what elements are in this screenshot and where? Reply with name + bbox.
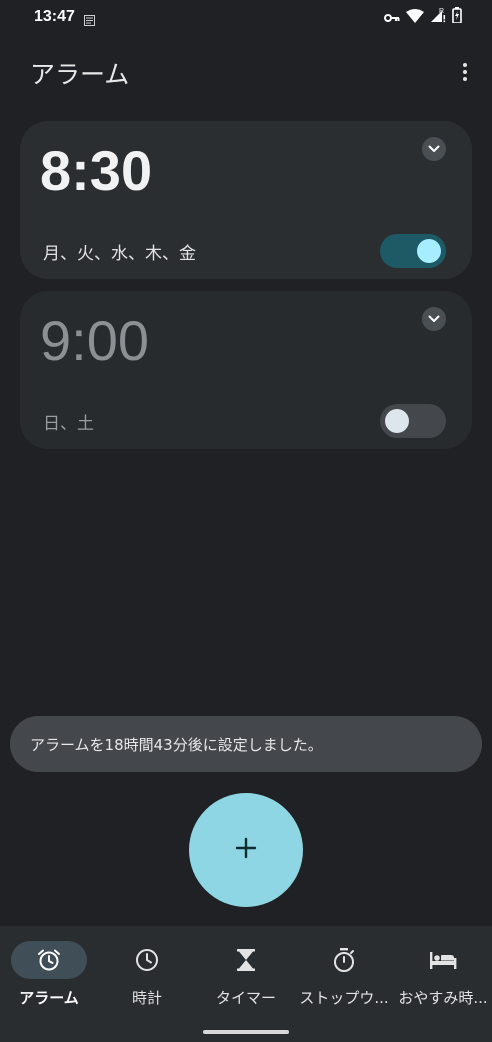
status-bar: 13:47 R [0,0,492,34]
alarm-days: 月、火、水、木、金 [43,244,196,264]
alarm-toggle[interactable] [380,234,446,268]
alarm-card[interactable]: 9:00 日、土 [20,291,472,449]
snackbar-text: アラームを18時間43分後に設定しました。 [30,735,323,754]
nav-label: おやすみ時... [398,989,488,1007]
add-alarm-button[interactable] [189,793,303,907]
svg-text:R: R [439,8,444,15]
wifi-icon [406,8,424,27]
nav-item-clock[interactable]: 時計 [98,926,196,1026]
add-icon [235,837,257,863]
notification-icon [84,11,95,26]
stopwatch-icon [306,941,382,979]
bottom-navigation: アラーム 時計 タイマー ストップウ... おやすみ時... [0,926,492,1042]
toggle-knob [417,239,441,263]
alarm-clock-icon [11,941,87,979]
signal-roaming-icon: R [430,7,446,27]
page-title: アラーム [30,60,130,89]
vpn-key-icon [384,8,400,27]
nav-item-stopwatch[interactable]: ストップウ... [295,926,393,1026]
more-vert-icon[interactable] [452,58,478,86]
alarm-toggle[interactable] [380,404,446,438]
battery-charging-icon [452,7,462,27]
alarm-time[interactable]: 8:30 [40,143,152,199]
alarm-card[interactable]: 8:30 月、火、水、木、金 [20,121,472,279]
alarm-time[interactable]: 9:00 [40,313,149,369]
toggle-knob [385,409,409,433]
alarm-days: 日、土 [43,414,94,434]
home-indicator[interactable] [203,1030,289,1034]
snackbar: アラームを18時間43分後に設定しました。 [10,716,482,772]
chevron-down-icon[interactable] [422,307,446,331]
clock-icon [109,941,185,979]
status-icons: R [384,7,462,27]
nav-item-alarm[interactable]: アラーム [0,926,98,1026]
nav-item-bedtime[interactable]: おやすみ時... [394,926,492,1026]
hourglass-icon [208,941,284,979]
chevron-down-icon[interactable] [422,137,446,161]
status-time: 13:47 [34,8,75,25]
nav-item-timer[interactable]: タイマー [197,926,295,1026]
bed-icon [405,941,481,979]
